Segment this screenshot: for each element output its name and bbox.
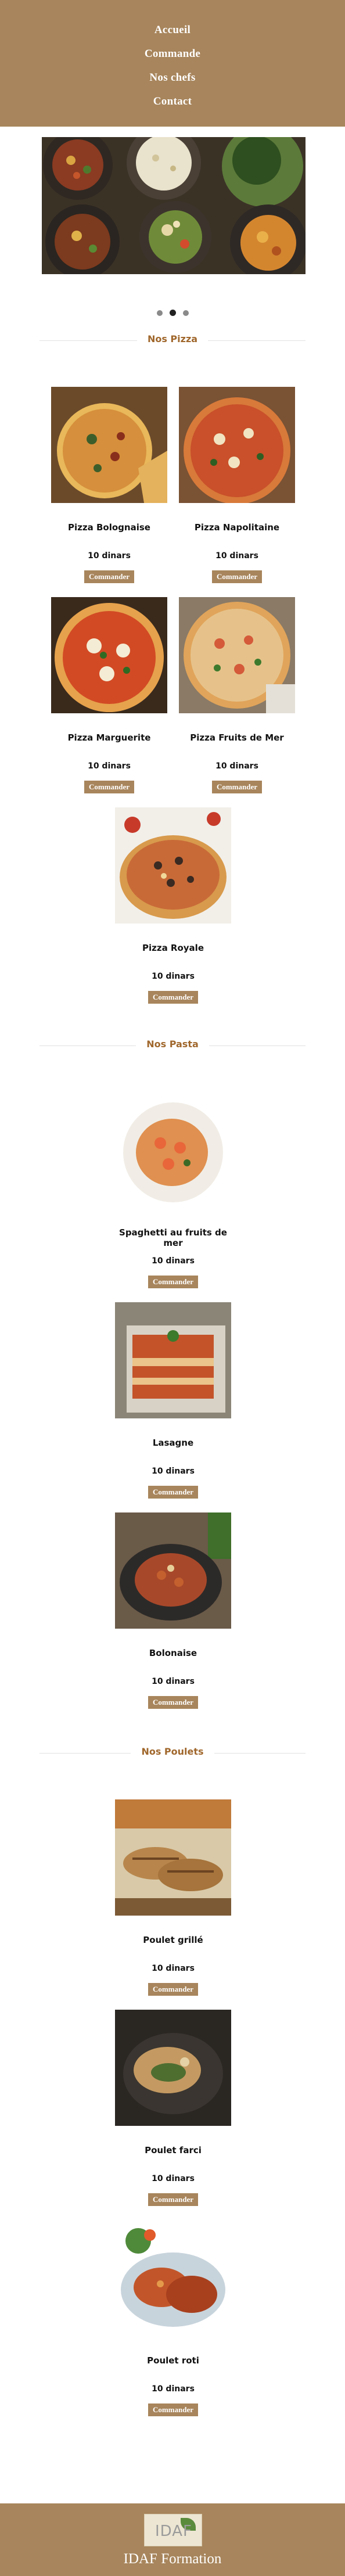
product-name: Pizza Marguerite: [67, 732, 151, 743]
product-name: Pizza Napolitaine: [194, 522, 280, 533]
product-card: Bolonaise 10 dinars Commander: [115, 1512, 231, 1709]
product-price: 10 dinars: [88, 761, 131, 771]
product-name: Pizza Fruits de Mer: [190, 732, 284, 743]
commander-button[interactable]: Commander: [84, 781, 135, 793]
commander-button[interactable]: Commander: [148, 2193, 199, 2206]
product-card: Pizza Napolitaine 10 dinars Commander: [179, 387, 295, 583]
product-price: 10 dinars: [88, 551, 131, 561]
product-price: 10 dinars: [152, 1467, 195, 1476]
nav-link-nos-chefs[interactable]: Nos chefs: [149, 71, 195, 84]
product-photo: [115, 2010, 231, 2126]
idaf-logo: IDAF: [144, 2514, 202, 2546]
commander-button[interactable]: Commander: [148, 1983, 199, 1996]
footer: IDAF IDAF Formation: [0, 2503, 345, 2576]
product-photo: [115, 1799, 231, 1916]
commander-button[interactable]: Commander: [211, 570, 263, 583]
product-photo: [115, 2220, 231, 2336]
product-name: Pizza Royale: [142, 943, 204, 953]
section-title-poulets: Nos Poulets: [39, 1746, 306, 1760]
product-photo: [51, 597, 167, 713]
product-name: Bolonaise: [149, 1648, 197, 1658]
product-photo: [115, 1092, 231, 1208]
product-price: 10 dinars: [152, 1677, 195, 1686]
product-name: Pizza Bolognaise: [68, 522, 150, 533]
product-photo: [115, 807, 231, 924]
nav-link-accueil[interactable]: Accueil: [154, 24, 191, 36]
product-name: Spaghetti au fruits de mer: [119, 1227, 227, 1248]
product-card: Poulet farci 10 dinars Commander: [115, 2010, 231, 2206]
section-title-pizza: Nos Pizza: [39, 333, 306, 347]
product-photo: [115, 1512, 231, 1629]
product-name: Poulet farci: [145, 2145, 202, 2155]
product-card: Pizza Marguerite 10 dinars Commander: [51, 597, 167, 793]
product-photo: [51, 387, 167, 503]
commander-button[interactable]: Commander: [148, 2403, 199, 2416]
product-price: 10 dinars: [152, 1256, 195, 1266]
product-price: 10 dinars: [215, 551, 258, 561]
product-price: 10 dinars: [152, 1964, 195, 1973]
product-name: Lasagne: [152, 1438, 194, 1448]
product-photo: [179, 387, 295, 503]
footer-brand: IDAF Formation: [123, 2551, 222, 2567]
product-card: Pizza Royale 10 dinars Commander: [115, 807, 231, 1004]
carousel-dot-2[interactable]: [169, 310, 176, 316]
logo-text: IDAF: [155, 2523, 192, 2540]
carousel-dot-1[interactable]: [156, 310, 163, 316]
product-price: 10 dinars: [152, 2174, 195, 2183]
carousel-indicators: [0, 310, 345, 316]
product-card: Poulet roti 10 dinars Commander: [115, 2220, 231, 2416]
product-price: 10 dinars: [152, 972, 195, 981]
commander-button[interactable]: Commander: [148, 991, 199, 1004]
nav-menu: Accueil Commande Nos chefs Contact: [0, 22, 345, 117]
product-photo: [179, 597, 295, 713]
commander-button[interactable]: Commander: [211, 781, 263, 793]
product-card: Pizza Fruits de Mer 10 dinars Commander: [179, 597, 295, 793]
nav-link-commande[interactable]: Commande: [145, 48, 200, 60]
hero-carousel-image[interactable]: [42, 137, 306, 274]
commander-button[interactable]: Commander: [84, 570, 135, 583]
commander-button[interactable]: Commander: [148, 1486, 199, 1499]
top-nav-bar: Accueil Commande Nos chefs Contact: [0, 0, 345, 127]
nav-link-contact[interactable]: Contact: [153, 95, 192, 107]
product-card: Spaghetti au fruits de mer 10 dinars Com…: [115, 1092, 231, 1288]
product-card: Lasagne 10 dinars Commander: [115, 1302, 231, 1499]
product-card: Poulet grillé 10 dinars Commander: [115, 1799, 231, 1996]
section-title-pasta: Nos Pasta: [39, 1039, 306, 1052]
commander-button[interactable]: Commander: [148, 1276, 199, 1288]
product-card: Pizza Bolognaise 10 dinars Commander: [51, 387, 167, 583]
product-photo: [115, 1302, 231, 1418]
product-name: Poulet roti: [147, 2355, 199, 2366]
product-name: Poulet grillé: [143, 1935, 203, 1945]
carousel-dot-3[interactable]: [182, 310, 189, 316]
product-price: 10 dinars: [215, 761, 258, 771]
commander-button[interactable]: Commander: [148, 1696, 199, 1709]
product-price: 10 dinars: [152, 2384, 195, 2394]
